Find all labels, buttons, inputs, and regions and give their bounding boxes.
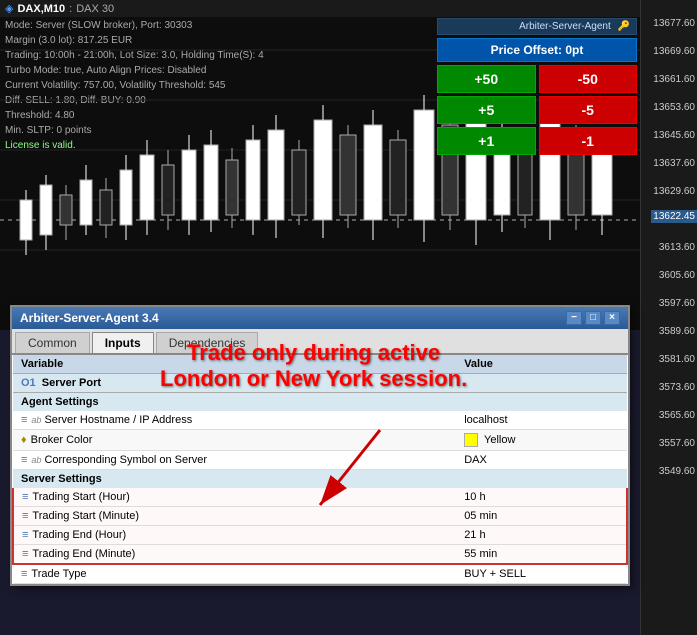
- btn-minus5[interactable]: -5: [539, 96, 638, 124]
- price-7: 13629.60: [653, 186, 695, 197]
- arbiter-icon: 🔑: [618, 21, 630, 32]
- symbol-icon: ≡: [21, 454, 27, 466]
- btn-plus5[interactable]: +5: [437, 96, 536, 124]
- arbiter-panel: Arbiter-Server-Agent 🔑 Price Offset: 0pt…: [437, 18, 637, 155]
- row-end-min: ≡ Trading End (Minute) 55 min: [13, 545, 627, 565]
- maximize-button[interactable]: □: [585, 311, 601, 325]
- price-13: 3573.60: [659, 382, 695, 393]
- tab-inputs[interactable]: Inputs: [92, 332, 154, 353]
- price-9: 3605.60: [659, 270, 695, 281]
- start-min-icon: ≡: [22, 510, 28, 522]
- price-14: 3565.60: [659, 410, 695, 421]
- tab-common[interactable]: Common: [15, 332, 90, 353]
- row-symbol-val: DAX: [456, 451, 627, 470]
- end-min-icon: ≡: [22, 548, 28, 560]
- trade-buttons-row-1: +50 -50: [437, 65, 637, 93]
- price-12: 3581.60: [659, 354, 695, 365]
- dialog-titlebar: Arbiter-Server-Agent 3.4 − □ ×: [12, 307, 628, 329]
- btn-minus1[interactable]: -1: [539, 127, 638, 155]
- row-hostname-var: ≡ ab Server Hostname / IP Address: [13, 411, 456, 430]
- row-trade-type: ≡ Trade Type BUY + SELL: [13, 564, 627, 584]
- row-trade-type-var: ≡ Trade Type: [13, 564, 456, 584]
- price-4: 13653.60: [653, 102, 695, 113]
- titlebar-buttons: − □ ×: [566, 311, 620, 325]
- hostname-icon: ≡: [21, 414, 27, 426]
- row-broker-color: ♦ Broker Color Yellow: [13, 430, 627, 451]
- end-hour-icon: ≡: [22, 529, 28, 541]
- btn-plus50[interactable]: +50: [437, 65, 536, 93]
- dialog-tabs: Common Inputs Dependencies: [12, 329, 628, 355]
- row-hostname: ≡ ab Server Hostname / IP Address localh…: [13, 411, 627, 430]
- price-10: 3597.60: [659, 298, 695, 309]
- row-start-hour-val: 10 h: [456, 488, 627, 507]
- trade-type-icon: ≡: [21, 568, 27, 580]
- price-current: 13622.45: [651, 210, 697, 223]
- row-broker-color-var: ♦ Broker Color: [13, 430, 456, 451]
- tab-dependencies[interactable]: Dependencies: [156, 332, 259, 353]
- btn-minus50[interactable]: -50: [539, 65, 638, 93]
- dialog-title: Arbiter-Server-Agent 3.4: [20, 311, 159, 325]
- row-start-min-val: 05 min: [456, 507, 627, 526]
- price-3: 13661.60: [653, 74, 695, 85]
- btn-plus1[interactable]: +1: [437, 127, 536, 155]
- close-button[interactable]: ×: [604, 311, 620, 325]
- price-16: 3549.60: [659, 466, 695, 477]
- agent-settings-section: Agent Settings: [13, 393, 627, 412]
- row-hostname-val: localhost: [456, 411, 627, 430]
- price-6: 13637.60: [653, 158, 695, 169]
- agent-settings-label: Agent Settings: [13, 393, 627, 412]
- settings-table: Variable Value O1 Server Port Agent Sett…: [12, 355, 628, 584]
- hostname-prefix: ab: [31, 415, 41, 425]
- row-end-min-val: 55 min: [456, 545, 627, 565]
- price-15: 3557.60: [659, 438, 695, 449]
- price-5: 13645.60: [653, 130, 695, 141]
- row-end-min-var: ≡ Trading End (Minute): [13, 545, 456, 565]
- arbiter-header: Arbiter-Server-Agent 🔑: [437, 18, 637, 35]
- trade-buttons-row-2: +5 -5: [437, 96, 637, 124]
- row-start-min: ≡ Trading Start (Minute) 05 min: [13, 507, 627, 526]
- price-offset-button[interactable]: Price Offset: 0pt: [437, 38, 637, 62]
- row-symbol: ≡ ab Corresponding Symbol on Server DAX: [13, 451, 627, 470]
- price-11: 3589.60: [659, 326, 695, 337]
- arbiter-header-label: Arbiter-Server-Agent: [519, 21, 611, 32]
- row-end-hour: ≡ Trading End (Hour) 21 h: [13, 526, 627, 545]
- row-start-min-var: ≡ Trading Start (Minute): [13, 507, 456, 526]
- row-trade-type-val: BUY + SELL: [456, 564, 627, 584]
- row-end-hour-var: ≡ Trading End (Hour): [13, 526, 456, 545]
- row-broker-color-val: Yellow: [456, 430, 627, 451]
- broker-color-icon: ♦: [21, 434, 27, 446]
- start-hour-icon: ≡: [22, 491, 28, 503]
- price-scale: 13677.60 13669.60 13661.60 13653.60 1364…: [640, 0, 697, 635]
- price-2: 13669.60: [653, 46, 695, 57]
- settings-dialog: Arbiter-Server-Agent 3.4 − □ × Common In…: [10, 305, 630, 586]
- server-port-section: O1 Server Port: [13, 374, 627, 393]
- color-swatch: [464, 433, 478, 447]
- col-variable: Variable: [13, 355, 456, 374]
- price-8: 3613.60: [659, 242, 695, 253]
- server-port-label: O1 Server Port: [13, 374, 627, 393]
- symbol-prefix: ab: [31, 455, 41, 465]
- col-value: Value: [456, 355, 627, 374]
- row-start-hour: ≡ Trading Start (Hour) 10 h: [13, 488, 627, 507]
- server-settings-section: Server Settings: [13, 470, 627, 489]
- row-end-hour-val: 21 h: [456, 526, 627, 545]
- price-1: 13677.60: [653, 18, 695, 29]
- trade-buttons-row-3: +1 -1: [437, 127, 637, 155]
- server-settings-label: Server Settings: [13, 470, 627, 489]
- row-symbol-var: ≡ ab Corresponding Symbol on Server: [13, 451, 456, 470]
- dialog-content: Variable Value O1 Server Port Agent Sett…: [12, 355, 628, 584]
- minimize-button[interactable]: −: [566, 311, 582, 325]
- row-start-hour-var: ≡ Trading Start (Hour): [13, 488, 456, 507]
